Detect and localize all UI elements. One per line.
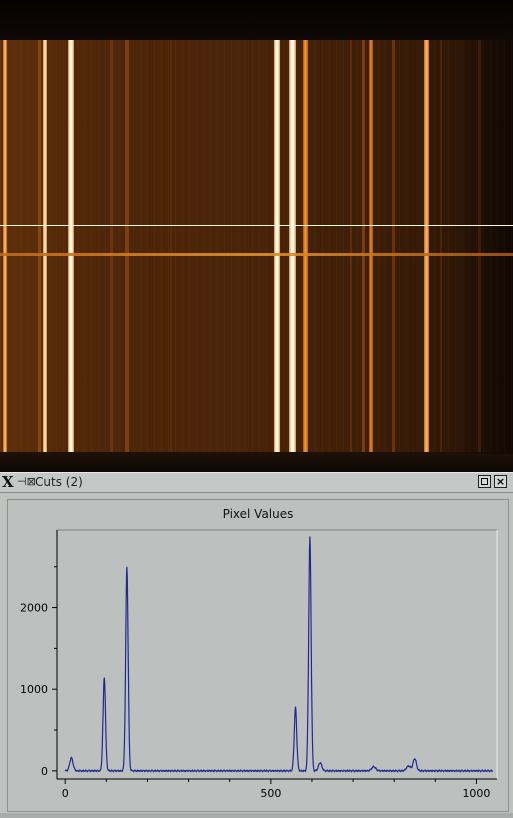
emission-line [369,40,373,452]
pin-icon[interactable]: ⊣⊠ [17,475,36,488]
emission-line [303,40,308,452]
emission-line [274,40,280,452]
emission-line [440,40,442,452]
image-top-border [0,0,513,40]
plot-area [56,529,498,780]
emission-line [38,40,41,452]
continuum-row [0,253,513,256]
plot-frame: Pixel Values 0 1000 2000 0 500 1000 [7,499,509,812]
window-title: Cuts (2) [35,475,83,489]
emission-line [43,40,47,452]
emission-line [362,40,365,452]
emission-line [424,40,429,452]
emission-line [3,40,7,452]
emission-line [68,40,74,452]
y-tick-label: 2000 [20,602,48,615]
image-vignette [453,40,513,454]
image-frame [0,40,513,454]
window-bottom-edge [0,813,513,818]
emission-line [125,40,129,452]
emission-line [392,40,395,452]
x-logo-icon[interactable]: X [2,473,14,491]
pixel-values-chart[interactable]: 0 1000 2000 0 500 1000 [8,500,508,811]
close-button[interactable]: × [494,475,507,488]
cut-line-marker[interactable] [0,225,513,226]
maximize-button[interactable] [478,475,491,488]
emission-line [289,40,296,452]
cuts-window: X ⊣⊠ Cuts (2) × Pixel Values 0 1000 2000 0 5… [0,472,513,818]
y-tick-label: 0 [41,765,48,778]
emission-line [170,40,172,452]
spectrum-image[interactable] [0,0,513,472]
emission-line [110,40,113,452]
x-tick-label: 1000 [462,787,490,800]
x-tick-label: 500 [260,787,281,800]
y-tick-label: 1000 [20,683,48,696]
x-tick-label: 0 [62,787,69,800]
window-titlebar[interactable]: X ⊣⊠ Cuts (2) × [0,473,513,493]
emission-line [350,40,352,452]
image-bottom-border [0,452,513,472]
